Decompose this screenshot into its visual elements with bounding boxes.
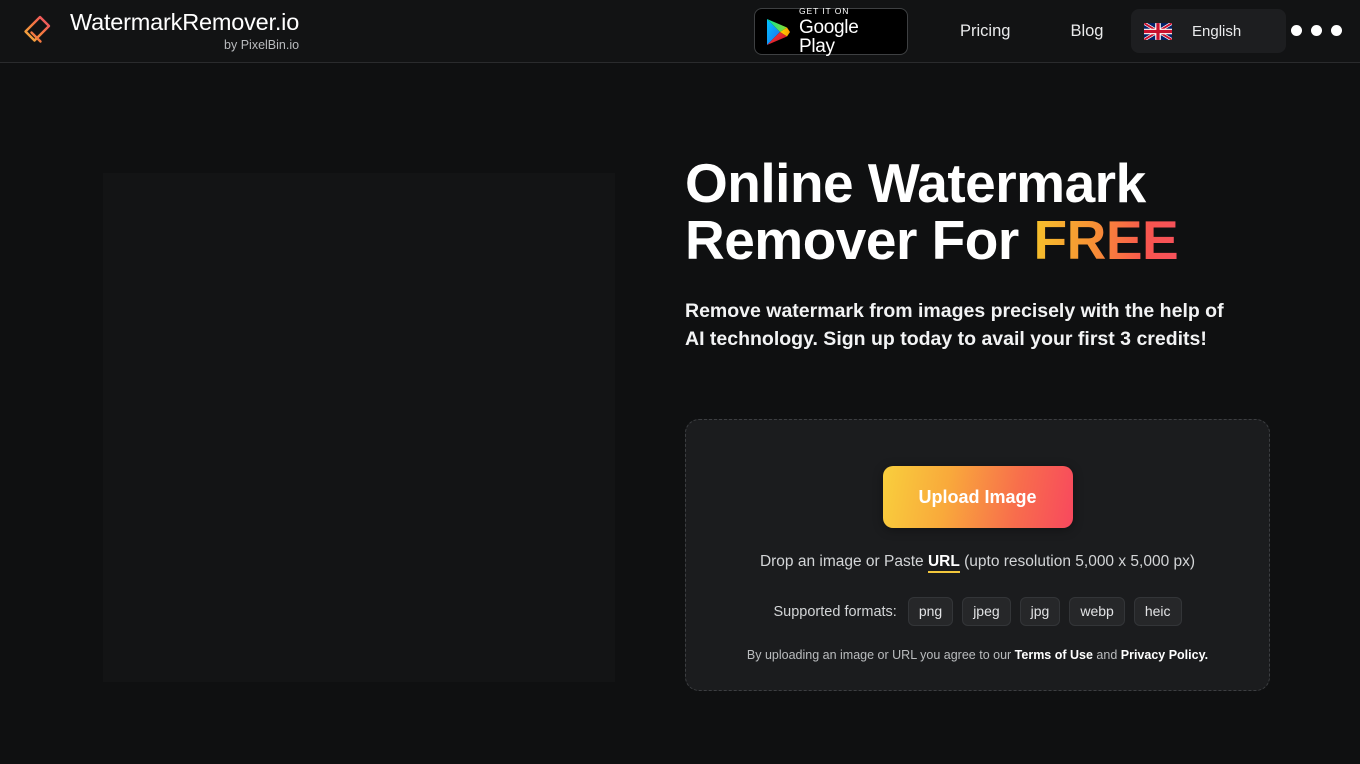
page-title: Online Watermark Remover For FREE bbox=[685, 155, 1270, 269]
dot-3 bbox=[1331, 25, 1342, 36]
format-chip-heic[interactable]: heic bbox=[1133, 597, 1182, 626]
drop-hint-suffix: (upto resolution 5,000 x 5,000 px) bbox=[959, 553, 1196, 570]
upload-image-button[interactable]: Upload Image bbox=[882, 466, 1073, 528]
upload-dropzone[interactable]: Upload Image Drop an image or Paste URL … bbox=[685, 419, 1270, 691]
terms-of-use-link[interactable]: Terms of Use bbox=[1015, 648, 1093, 662]
terms-notice-middle: and bbox=[1092, 648, 1121, 662]
terms-notice: By uploading an image or URL you agree t… bbox=[747, 648, 1208, 662]
google-play-small-label: GET IT ON bbox=[799, 6, 850, 17]
site-header: WatermarkRemover.io by PixelBin.io GET I… bbox=[0, 0, 1360, 63]
hero-subtitle: Remove watermark from images precisely w… bbox=[685, 300, 1224, 350]
language-selector[interactable]: English bbox=[1131, 9, 1286, 53]
google-play-badge[interactable]: GET IT ON Google Play bbox=[754, 6, 908, 57]
eraser-logo-icon bbox=[22, 15, 51, 45]
dot-2 bbox=[1311, 25, 1322, 36]
drop-hint-prefix: Drop an image or Paste bbox=[759, 553, 928, 570]
format-chip-webp[interactable]: webp bbox=[1069, 597, 1125, 626]
dot-1 bbox=[1291, 25, 1302, 36]
drop-hint: Drop an image or Paste URL (upto resolut… bbox=[759, 553, 1196, 573]
hero-title-line2-prefix: Remover For bbox=[685, 209, 1034, 271]
three-dots-icon[interactable] bbox=[1291, 25, 1342, 36]
brand-subtitle: by PixelBin.io bbox=[224, 37, 300, 52]
language-value: English bbox=[1192, 22, 1242, 40]
hero-title-accent: FREE bbox=[1033, 209, 1179, 271]
supported-formats-label: Supported formats: bbox=[773, 603, 897, 620]
terms-notice-prefix: By uploading an image or URL you agree t… bbox=[746, 648, 1015, 662]
uk-flag-icon bbox=[1144, 22, 1172, 40]
format-chip-jpeg[interactable]: jpeg bbox=[962, 597, 1011, 626]
google-play-triangle-icon bbox=[767, 18, 790, 45]
brand-logo[interactable]: WatermarkRemover.io by PixelBin.io bbox=[20, 9, 300, 52]
privacy-policy-link[interactable]: Privacy Policy. bbox=[1121, 648, 1208, 662]
hero-image-placeholder bbox=[103, 173, 615, 682]
brand-title: WatermarkRemover.io bbox=[70, 9, 300, 35]
format-chip-jpg[interactable]: jpg bbox=[1019, 597, 1061, 626]
hero-title-line1: Online Watermark bbox=[685, 152, 1146, 214]
nav-item-pricing[interactable]: Pricing bbox=[960, 22, 1010, 41]
google-play-big-label: Google Play bbox=[799, 16, 859, 57]
supported-formats: Supported formats: png jpeg jpg webp hei… bbox=[774, 597, 1182, 626]
format-chip-png[interactable]: png bbox=[907, 597, 954, 626]
nav-item-blog[interactable]: Blog bbox=[1070, 22, 1103, 41]
hero-content: Online Watermark Remover For FREE Remove… bbox=[685, 155, 1270, 353]
header-nav: GET IT ON Google Play Pricing Blog bbox=[754, 0, 1103, 63]
paste-url-link[interactable]: URL bbox=[927, 553, 960, 573]
